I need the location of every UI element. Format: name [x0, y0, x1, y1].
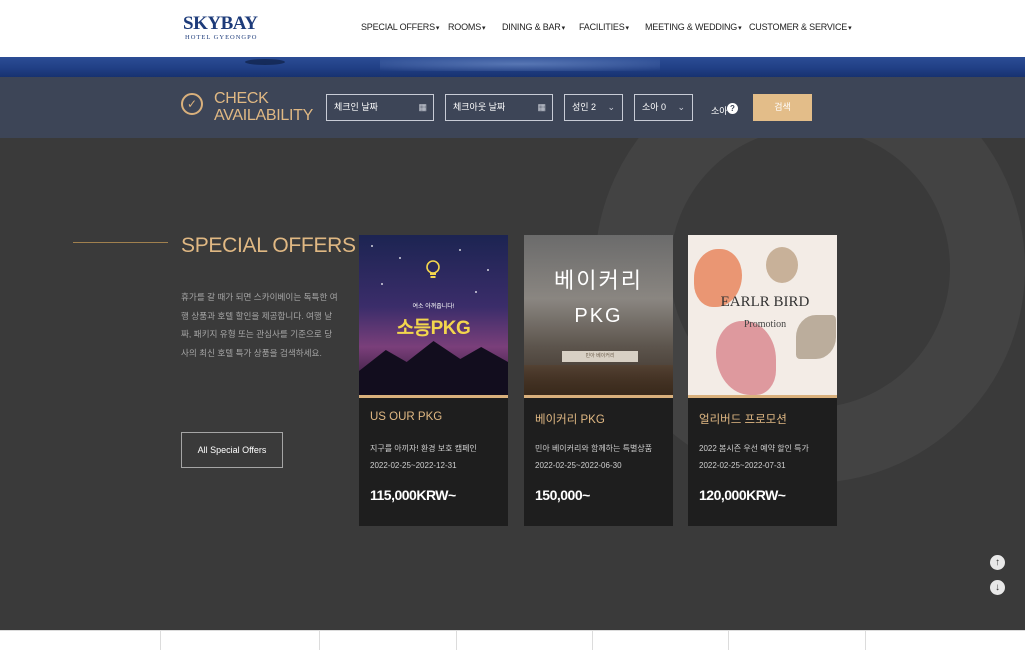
offer-image-caption: 여소 아껴줍니다!	[412, 304, 455, 310]
calendar-icon: ▦	[418, 102, 427, 112]
checkout-date-input[interactable]: 체크아웃 날짜 ▦	[445, 94, 553, 121]
footer-divider	[456, 631, 457, 650]
banner-glow	[380, 57, 660, 71]
flower-shape	[716, 321, 776, 395]
footer-divider	[728, 631, 729, 650]
caret-down-icon: ▾	[848, 25, 852, 32]
offer-date: 2022-02-25~2022-07-31	[699, 461, 786, 470]
caret-down-icon: ▾	[738, 25, 742, 32]
offer-image-subheadline: Promotion	[743, 319, 787, 330]
section-description: 휴가를 갈 때가 되면 스카이베이는 독특한 여행 상품과 호텔 할인을 제공합…	[181, 292, 338, 358]
offer-price: 115,000KRW~	[370, 487, 456, 503]
offer-title: US OUR PKG	[370, 411, 443, 423]
nav-dining-bar[interactable]: DINING & BAR▾	[502, 22, 565, 32]
check-circle-icon: ✓	[181, 93, 203, 115]
checkin-placeholder: 체크인 날짜	[334, 102, 378, 112]
footer-divider	[865, 631, 866, 650]
children-select[interactable]: 소아 0 ⌄	[634, 94, 693, 121]
chevron-down-icon: ⌄	[677, 102, 685, 112]
offer-price: 150,000~	[535, 487, 590, 503]
offer-description: 민아 베이커리와 함께하는 특별상품	[535, 444, 653, 453]
offer-image-tag: 민아 베이커리	[562, 351, 638, 362]
offer-title: 얼리버드 프로모션	[699, 414, 787, 426]
footer-divider	[160, 631, 161, 650]
footer-strip	[0, 630, 1025, 650]
bread-display	[524, 365, 673, 395]
nav-special-offers[interactable]: SPECIAL OFFERS▾	[361, 22, 439, 32]
offer-image-headline: 베이커리	[554, 268, 643, 293]
check-title-line1: CHECK	[214, 90, 269, 107]
all-special-offers-button[interactable]: All Special Offers	[181, 432, 283, 468]
nav-label: SPECIAL OFFERS	[361, 22, 435, 32]
nav-label: DINING & BAR	[502, 22, 561, 32]
offer-card-1[interactable]: 여소 아껴줍니다! 소등PKG US OUR PKG 지구를 아끼자! 환경 보…	[359, 235, 508, 526]
check-availability-title: CHECK AVAILABILITY	[214, 90, 313, 124]
caret-down-icon: ▾	[561, 25, 566, 32]
hero-banner-strip	[0, 57, 1025, 77]
offer-image-headline: EARLR BIRD	[720, 294, 810, 310]
offer-image-subheadline: PKG	[574, 305, 623, 327]
logo-subtitle: HOTEL GYEONGPO	[185, 34, 258, 41]
nav-label: CUSTOMER & SERVICE	[749, 22, 848, 32]
scroll-up-button[interactable]: ↑	[990, 555, 1005, 570]
flower-shape	[766, 247, 798, 283]
booking-bar: ✓ CHECK AVAILABILITY 체크인 날짜 ▦ 체크아웃 날짜 ▦ …	[0, 77, 1025, 138]
page: SKYBAY HOTEL GYEONGPO SPECIAL OFFERS▾ RO…	[0, 0, 1025, 650]
offer-card-2[interactable]: 베이커리 PKG 민아 베이커리 베이커리 PKG 민아 베이커리와 함께하는 …	[524, 235, 673, 526]
section-title: SPECIAL OFFERS	[181, 234, 356, 257]
adults-value: 성인 2	[572, 102, 597, 112]
card-accent-line	[359, 395, 508, 398]
offer-card-3[interactable]: EARLR BIRD Promotion 얼리버드 프로모션 2022 봄시즌 …	[688, 235, 837, 526]
logo-wordmark: SKYBAY	[183, 13, 258, 34]
offer-date: 2022-02-25~2022-12-31	[370, 461, 457, 470]
calendar-icon: ▦	[537, 102, 546, 112]
adults-select[interactable]: 성인 2 ⌄	[564, 94, 623, 121]
nav-meeting-wedding[interactable]: MEETING & WEDDING▾	[645, 22, 742, 32]
check-title-line2: AVAILABILITY	[214, 107, 313, 124]
lightbulb-icon	[426, 260, 440, 278]
offer-price: 120,000KRW~	[699, 487, 786, 503]
children-value: 소아 0	[642, 102, 667, 112]
decorative-line	[73, 242, 168, 243]
logo[interactable]: SKYBAY HOTEL GYEONGPO	[183, 14, 259, 44]
offer-image-2: 베이커리 PKG 민아 베이커리	[524, 235, 673, 395]
nav-customer-service[interactable]: CUSTOMER & SERVICE▾	[749, 22, 852, 32]
special-offers-section: SPECIAL OFFERS 휴가를 갈 때가 되면 스카이베이는 독특한 여행…	[0, 138, 1025, 630]
caret-down-icon: ▾	[482, 25, 486, 32]
footer-divider	[592, 631, 593, 650]
footer-divider	[319, 631, 320, 650]
offer-description: 지구를 아끼자! 환경 보호 캠페인	[370, 444, 477, 453]
scroll-down-button[interactable]: ↓	[990, 580, 1005, 595]
site-header: SKYBAY HOTEL GYEONGPO SPECIAL OFFERS▾ RO…	[0, 0, 1025, 57]
child-age-label: 소아	[711, 106, 728, 116]
question-icon[interactable]: ?	[727, 103, 738, 114]
offer-image-1: 여소 아껴줍니다! 소등PKG	[359, 235, 508, 395]
chevron-down-icon: ⌄	[607, 102, 615, 112]
offer-image-headline: 소등PKG	[396, 318, 471, 339]
checkout-placeholder: 체크아웃 날짜	[453, 102, 506, 112]
nav-label: FACILITIES	[579, 22, 625, 32]
caret-down-icon: ▾	[435, 25, 440, 32]
offer-title: 베이커리 PKG	[535, 414, 605, 426]
caret-down-icon: ▾	[625, 25, 630, 32]
nav-label: ROOMS	[448, 22, 482, 32]
card-accent-line	[688, 395, 837, 398]
search-button[interactable]: 검색	[753, 94, 812, 121]
card-accent-line	[524, 395, 673, 398]
mountain-silhouette	[359, 341, 508, 395]
banner-rock	[245, 59, 285, 65]
checkin-date-input[interactable]: 체크인 날짜 ▦	[326, 94, 434, 121]
nav-facilities[interactable]: FACILITIES▾	[579, 22, 629, 32]
offer-date: 2022-02-25~2022-06-30	[535, 461, 622, 470]
nav-label: MEETING & WEDDING	[645, 22, 738, 32]
offer-description: 2022 봄시즌 우선 예약 할인 특가	[699, 444, 809, 453]
offer-image-3: EARLR BIRD Promotion	[688, 235, 837, 395]
nav-rooms[interactable]: ROOMS▾	[448, 22, 486, 32]
